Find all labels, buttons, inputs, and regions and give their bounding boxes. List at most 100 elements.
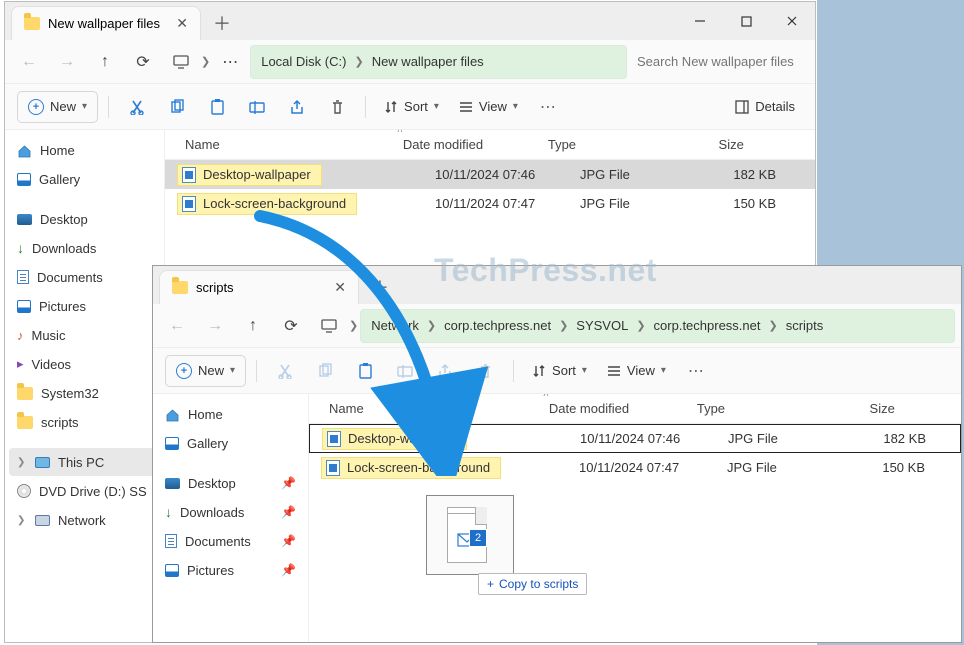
col-name[interactable]: Name: [319, 401, 581, 416]
up-button[interactable]: ↑: [87, 46, 123, 78]
nav-downloads[interactable]: ↓Downloads📌: [157, 498, 304, 526]
pictures-icon: [17, 300, 31, 313]
view-button[interactable]: View▾: [451, 91, 526, 123]
file-row[interactable]: Lock-screen-background 10/11/2024 07:47 …: [309, 453, 961, 482]
forward-button[interactable]: →: [49, 46, 85, 78]
nav-dvd[interactable]: DVD Drive (D:) SS: [9, 477, 160, 505]
tab-title: New wallpaper files: [48, 16, 160, 31]
breadcrumb-segment[interactable]: corp.techpress.net: [444, 318, 551, 333]
col-type[interactable]: Type: [697, 401, 819, 416]
view-button[interactable]: View▾: [599, 355, 674, 387]
network-icon: [35, 515, 50, 526]
home-icon: [165, 408, 180, 421]
delete-icon[interactable]: [319, 91, 355, 123]
refresh-button[interactable]: ⟳: [273, 310, 309, 342]
breadcrumb-segment[interactable]: scripts: [786, 318, 824, 333]
nav-documents[interactable]: Documents📌: [157, 527, 304, 555]
up-button[interactable]: ↑: [235, 310, 271, 342]
col-date[interactable]: Date modified: [549, 401, 697, 416]
file-icon: [327, 431, 341, 447]
breadcrumb-segment[interactable]: Local Disk (C:): [261, 54, 346, 69]
file-row[interactable]: Desktop-wallpaper 10/11/2024 07:46 JPG F…: [165, 160, 815, 189]
nav-pictures[interactable]: Pictures: [9, 292, 160, 320]
details-button[interactable]: Details: [727, 91, 803, 123]
pin-icon[interactable]: 📌: [281, 476, 296, 490]
file-row[interactable]: Desktop-wallpaper 10/11/2024 07:46 JPG F…: [309, 424, 961, 453]
breadcrumb-segment[interactable]: SYSVOL: [576, 318, 628, 333]
breadcrumb-segment[interactable]: Network: [371, 318, 419, 333]
column-headers[interactable]: Name˄ Date modified Type Size: [309, 394, 961, 424]
col-size[interactable]: Size: [668, 137, 768, 152]
maximize-button[interactable]: [723, 2, 769, 40]
cut-icon[interactable]: [119, 91, 155, 123]
nav-documents[interactable]: Documents: [9, 263, 160, 291]
download-icon: ↓: [17, 240, 24, 256]
col-type[interactable]: Type: [548, 137, 668, 152]
titlebar[interactable]: New wallpaper files ✕ ＋: [5, 2, 815, 40]
pc-icon[interactable]: [311, 310, 347, 342]
delete-icon: [467, 355, 503, 387]
new-tab-button[interactable]: ＋: [365, 272, 395, 302]
nav-this-pc[interactable]: ❯This PC: [9, 448, 160, 476]
close-window-button[interactable]: [769, 2, 815, 40]
col-size[interactable]: Size: [819, 401, 919, 416]
nav-scripts[interactable]: scripts: [9, 408, 160, 436]
column-headers[interactable]: Name˄ Date modified Type Size: [165, 130, 815, 160]
nav-home[interactable]: Home: [9, 136, 160, 164]
new-tab-button[interactable]: ＋: [207, 8, 237, 38]
breadcrumb[interactable]: Local Disk (C:) ❯ New wallpaper files: [250, 45, 627, 79]
nav-downloads[interactable]: ↓Downloads: [9, 234, 160, 262]
pc-icon[interactable]: [163, 46, 199, 78]
more-options-button[interactable]: ⋯: [530, 91, 566, 123]
more-locations-button[interactable]: ⋯: [212, 46, 248, 78]
nav-home[interactable]: Home: [157, 400, 304, 428]
breadcrumb[interactable]: Network❯ corp.techpress.net❯ SYSVOL❯ cor…: [360, 309, 955, 343]
close-tab-icon[interactable]: ✕: [176, 15, 188, 32]
chevron-icon[interactable]: ❯: [349, 319, 358, 332]
breadcrumb-segment[interactable]: corp.techpress.net: [654, 318, 761, 333]
nav-music[interactable]: ♪Music: [9, 321, 160, 349]
breadcrumb-segment[interactable]: New wallpaper files: [372, 54, 484, 69]
back-button[interactable]: ←: [159, 310, 195, 342]
nav-pictures[interactable]: Pictures📌: [157, 556, 304, 584]
nav-network[interactable]: ❯Network: [9, 506, 160, 534]
copy-icon[interactable]: [159, 91, 195, 123]
nav-desktop[interactable]: Desktop: [9, 205, 160, 233]
pin-icon[interactable]: 📌: [281, 563, 296, 577]
chevron-right-icon[interactable]: ❯: [17, 515, 27, 526]
search-input[interactable]: [629, 45, 809, 79]
nav-system32[interactable]: System32: [9, 379, 160, 407]
new-button[interactable]: +New▾: [17, 91, 98, 123]
file-row[interactable]: Lock-screen-background 10/11/2024 07:47 …: [165, 189, 815, 218]
sort-button[interactable]: Sort▾: [376, 91, 447, 123]
tab-active[interactable]: scripts ✕: [159, 270, 359, 304]
new-button[interactable]: +New▾: [165, 355, 246, 387]
download-icon: ↓: [165, 504, 172, 520]
folder-icon: [24, 17, 40, 30]
chevron-right-icon[interactable]: ❯: [17, 457, 27, 468]
paste-icon[interactable]: [347, 355, 383, 387]
sort-button[interactable]: Sort▾: [524, 355, 595, 387]
cut-icon: [267, 355, 303, 387]
more-options-button[interactable]: ⋯: [678, 355, 714, 387]
paste-icon[interactable]: [199, 91, 235, 123]
nav-gallery[interactable]: Gallery: [9, 165, 160, 193]
minimize-button[interactable]: [677, 2, 723, 40]
refresh-button[interactable]: ⟳: [125, 46, 161, 78]
rename-icon[interactable]: [239, 91, 275, 123]
nav-gallery[interactable]: Gallery: [157, 429, 304, 457]
chevron-icon[interactable]: ❯: [201, 55, 210, 68]
file-icon: [182, 196, 196, 212]
pin-icon[interactable]: 📌: [281, 534, 296, 548]
close-tab-icon[interactable]: ✕: [334, 279, 346, 296]
music-icon: ♪: [17, 328, 24, 343]
nav-videos[interactable]: ▸Videos: [9, 350, 160, 378]
forward-button[interactable]: →: [197, 310, 233, 342]
share-icon[interactable]: [279, 91, 315, 123]
col-name[interactable]: Name: [175, 137, 435, 152]
tab-active[interactable]: New wallpaper files ✕: [11, 6, 201, 40]
nav-desktop[interactable]: Desktop📌: [157, 469, 304, 497]
back-button[interactable]: ←: [11, 46, 47, 78]
pin-icon[interactable]: 📌: [281, 505, 296, 519]
col-date[interactable]: Date modified: [403, 137, 548, 152]
